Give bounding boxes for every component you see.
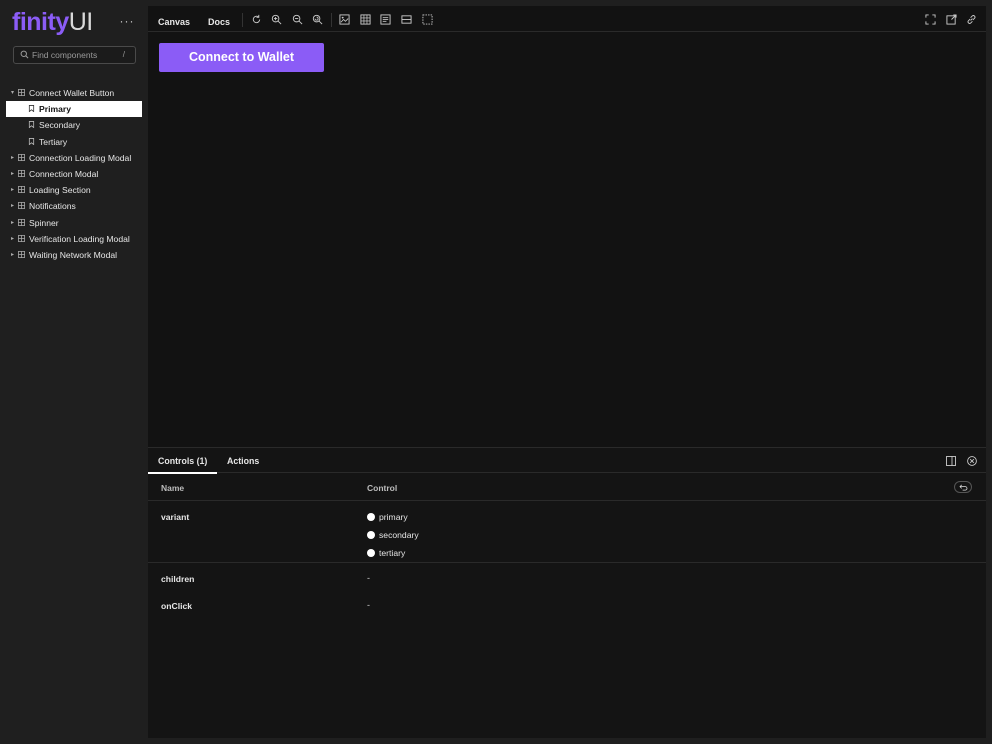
component-tree: ▾ Connect Wallet Button Primary Secondar… bbox=[6, 85, 142, 263]
tree-item-tertiary[interactable]: Tertiary bbox=[6, 134, 142, 150]
logo-text-finity: finity bbox=[12, 8, 69, 36]
tab-controls[interactable]: Controls (1) bbox=[147, 456, 218, 474]
tree-item-connection-modal[interactable]: ▸ Connection Modal bbox=[6, 166, 142, 182]
tree-item-label: Primary bbox=[39, 104, 72, 115]
component-icon bbox=[18, 234, 25, 242]
bookmark-icon bbox=[28, 121, 35, 129]
toolbar-divider bbox=[331, 13, 332, 27]
addons-tabs: Controls (1) Actions bbox=[147, 448, 986, 474]
chevron-right-icon: ▸ bbox=[11, 187, 15, 194]
controls-table-header: Name Control bbox=[148, 474, 986, 501]
tree-item-label: Loading Section bbox=[29, 185, 91, 196]
tree-item-label: Verification Loading Modal bbox=[29, 233, 130, 244]
component-icon bbox=[18, 169, 25, 177]
radio-label: primary bbox=[379, 512, 408, 522]
tree-item-spinner[interactable]: ▸ Spinner bbox=[6, 215, 142, 231]
chevron-right-icon: ▸ bbox=[11, 170, 15, 177]
control-row-onclick: onClick - bbox=[148, 591, 986, 617]
outline-icon[interactable] bbox=[401, 14, 412, 25]
chevron-right-icon: ▸ bbox=[11, 203, 15, 210]
chevron-right-icon: ▸ bbox=[11, 235, 15, 242]
preview-canvas: Connect to Wallet bbox=[148, 33, 986, 446]
component-icon bbox=[18, 202, 25, 210]
main-area: Canvas Docs Connect to Wallet Controls (… bbox=[147, 6, 986, 738]
radio-button[interactable] bbox=[367, 549, 375, 557]
chevron-down-icon: ▾ bbox=[11, 90, 15, 96]
undo-icon bbox=[959, 484, 968, 491]
tree-item-connect-wallet-button[interactable]: ▾ Connect Wallet Button bbox=[6, 85, 142, 101]
tree-item-label: Tertiary bbox=[39, 136, 68, 147]
fullscreen-icon[interactable] bbox=[925, 14, 936, 25]
background-icon[interactable] bbox=[339, 14, 350, 25]
control-value: - bbox=[367, 600, 370, 610]
tree-item-notifications[interactable]: ▸ Notifications bbox=[6, 198, 142, 214]
search-box[interactable]: Find components / bbox=[13, 46, 136, 64]
radio-label: secondary bbox=[379, 530, 419, 540]
radio-button[interactable] bbox=[367, 531, 375, 539]
reset-controls-button[interactable] bbox=[954, 481, 972, 493]
bookmark-icon bbox=[28, 137, 35, 145]
component-icon bbox=[18, 89, 25, 96]
tab-canvas[interactable]: Canvas bbox=[158, 17, 190, 27]
zoom-reset-icon[interactable] bbox=[312, 14, 323, 25]
column-name: Name bbox=[161, 483, 185, 493]
component-icon bbox=[18, 218, 25, 226]
finityui-logo[interactable]: finityUI bbox=[12, 8, 93, 37]
tree-item-verification-loading-modal[interactable]: ▸ Verification Loading Modal bbox=[6, 231, 142, 247]
column-control: Control bbox=[367, 483, 398, 493]
tree-item-label: Connection Loading Modal bbox=[29, 152, 132, 163]
control-row-children: children - bbox=[148, 564, 986, 590]
chevron-right-icon: ▸ bbox=[11, 219, 15, 226]
tree-item-label: Secondary bbox=[39, 120, 81, 131]
control-value: - bbox=[367, 573, 370, 583]
tree-item-primary[interactable]: Primary bbox=[6, 101, 142, 118]
addons-panel: Controls (1) Actions Name Control varian… bbox=[147, 447, 986, 738]
search-input[interactable]: Find components bbox=[32, 50, 97, 60]
tree-item-connection-loading-modal[interactable]: ▸ Connection Loading Modal bbox=[6, 150, 142, 166]
tree-item-label: Connection Modal bbox=[29, 168, 99, 179]
search-shortcut: / bbox=[122, 50, 125, 59]
tree-item-loading-section[interactable]: ▸ Loading Section bbox=[6, 182, 142, 198]
search-icon bbox=[20, 50, 29, 59]
viewport-icon[interactable] bbox=[422, 14, 433, 25]
zoom-out-icon[interactable] bbox=[292, 14, 303, 25]
tree-item-label: Connect Wallet Button bbox=[29, 88, 115, 98]
tree-item-label: Waiting Network Modal bbox=[29, 249, 118, 260]
component-icon bbox=[18, 250, 25, 258]
measure-icon[interactable] bbox=[380, 14, 391, 25]
control-name: variant bbox=[161, 512, 190, 522]
tree-item-secondary[interactable]: Secondary bbox=[6, 117, 142, 133]
control-name: onClick bbox=[161, 601, 193, 611]
component-icon bbox=[18, 186, 25, 194]
tree-item-label: Spinner bbox=[29, 217, 59, 228]
control-row-variant: variant primary secondary tertiary bbox=[148, 502, 986, 563]
zoom-in-icon[interactable] bbox=[271, 14, 282, 25]
toolbar-divider bbox=[242, 13, 243, 27]
logo-text-ui: UI bbox=[68, 8, 94, 36]
sidebar-menu-button[interactable]: ··· bbox=[118, 14, 136, 32]
bookmark-icon bbox=[28, 105, 35, 113]
tab-actions[interactable]: Actions bbox=[227, 456, 259, 466]
copy-link-icon[interactable] bbox=[966, 14, 977, 25]
tree-item-waiting-network-modal[interactable]: ▸ Waiting Network Modal bbox=[6, 247, 142, 263]
control-name: children bbox=[161, 574, 195, 584]
panel-orientation-icon[interactable] bbox=[946, 456, 956, 466]
component-icon bbox=[18, 153, 25, 161]
grid-icon[interactable] bbox=[360, 14, 371, 25]
connect-wallet-button[interactable]: Connect to Wallet bbox=[159, 43, 324, 72]
toolbar: Canvas Docs bbox=[148, 6, 986, 32]
tree-item-label: Notifications bbox=[29, 201, 76, 212]
radio-button[interactable] bbox=[367, 513, 375, 521]
close-panel-icon[interactable] bbox=[967, 456, 977, 466]
radio-label: tertiary bbox=[379, 548, 406, 558]
tab-docs[interactable]: Docs bbox=[208, 17, 230, 27]
chevron-right-icon: ▸ bbox=[11, 154, 15, 161]
open-new-tab-icon[interactable] bbox=[946, 14, 957, 25]
chevron-right-icon: ▸ bbox=[11, 251, 15, 258]
reload-icon[interactable] bbox=[251, 14, 262, 25]
sidebar: finityUI ··· Find components / ▾ Connect… bbox=[0, 0, 148, 744]
